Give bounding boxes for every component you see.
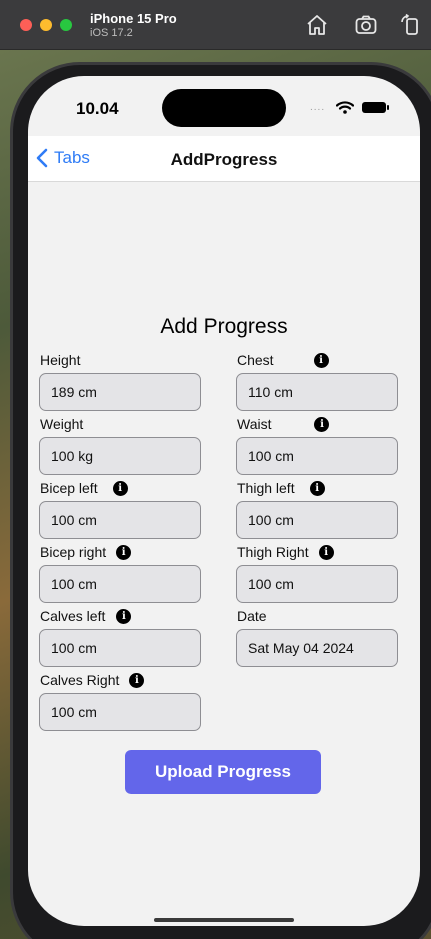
minimize-window-button[interactable] [40,19,52,31]
zoom-window-button[interactable] [60,19,72,31]
date-label: Date [237,608,267,624]
chest-input[interactable]: 110 cm [236,373,398,411]
upload-progress-button[interactable]: Upload Progress [125,750,321,794]
wifi-icon [336,101,354,114]
height-label: Height [40,352,80,368]
simulator-os-version: iOS 17.2 [90,27,133,39]
waist-label: Waist i [237,416,330,432]
weight-label-text: Weight [40,416,84,432]
calves-right-label-text: Calves Right [40,672,120,688]
chest-label-text: Chest [237,352,274,368]
info-icon[interactable]: i [112,480,128,496]
navigation-bar: Tabs AddProgress [28,136,420,182]
page-heading: Add Progress [160,315,288,338]
bicep-left-label-text: Bicep left [40,480,98,496]
weight-label: Weight [40,416,83,432]
thigh-left-input[interactable]: 100 cm [236,501,398,539]
info-icon[interactable]: i [309,480,325,496]
signal-dots-icon: .... [310,102,326,113]
nav-title: AddProgress [170,150,278,169]
chest-label: Chest i [237,352,329,368]
height-input[interactable]: 189 cm [39,373,201,411]
calves-left-label-text: Calves left [40,608,106,624]
calves-left-input[interactable]: 100 cm [39,629,201,667]
screenshot-icon[interactable] [354,13,378,37]
thigh-right-label-text: Thigh Right [237,544,309,560]
rotate-icon[interactable] [399,13,423,37]
thigh-right-label: Thigh Right i [237,544,334,560]
calves-right-label: Calves Right i [40,672,145,688]
thigh-left-label: Thigh left i [237,480,325,496]
info-icon[interactable]: i [116,544,132,560]
waist-label-text: Waist [237,416,272,432]
info-icon[interactable]: i [313,352,329,368]
calves-left-label: Calves left i [40,608,132,624]
bicep-left-input[interactable]: 100 cm [39,501,201,539]
dynamic-island [162,89,286,127]
simulator-title-bar: iPhone 15 Pro iOS 17.2 [0,0,431,50]
date-label-text: Date [237,608,267,624]
close-window-button[interactable] [20,19,32,31]
thigh-left-label-text: Thigh left [237,480,295,496]
waist-input[interactable]: 100 cm [236,437,398,475]
date-picker[interactable]: Sat May 04 2024 [236,629,398,667]
info-icon[interactable]: i [116,608,132,624]
bicep-right-label-text: Bicep right [40,544,107,560]
height-label-text: Height [40,352,81,368]
weight-input[interactable]: 100 kg [39,437,201,475]
calves-right-input[interactable]: 100 cm [39,693,201,731]
thigh-right-input[interactable]: 100 cm [236,565,398,603]
battery-icon [362,102,389,113]
simulator-device-name: iPhone 15 Pro [90,11,177,26]
phone-screen: 10.04 .... Tabs AddProgress Add Progress… [28,76,420,926]
bicep-right-input[interactable]: 100 cm [39,565,201,603]
info-icon[interactable]: i [318,544,334,560]
home-icon[interactable] [305,13,329,37]
bicep-left-label: Bicep left i [40,480,128,496]
bicep-right-label: Bicep right i [40,544,132,560]
status-time: 10.04 [76,99,119,118]
info-icon[interactable]: i [129,672,145,688]
info-icon[interactable]: i [314,416,330,432]
home-indicator[interactable] [154,918,294,922]
